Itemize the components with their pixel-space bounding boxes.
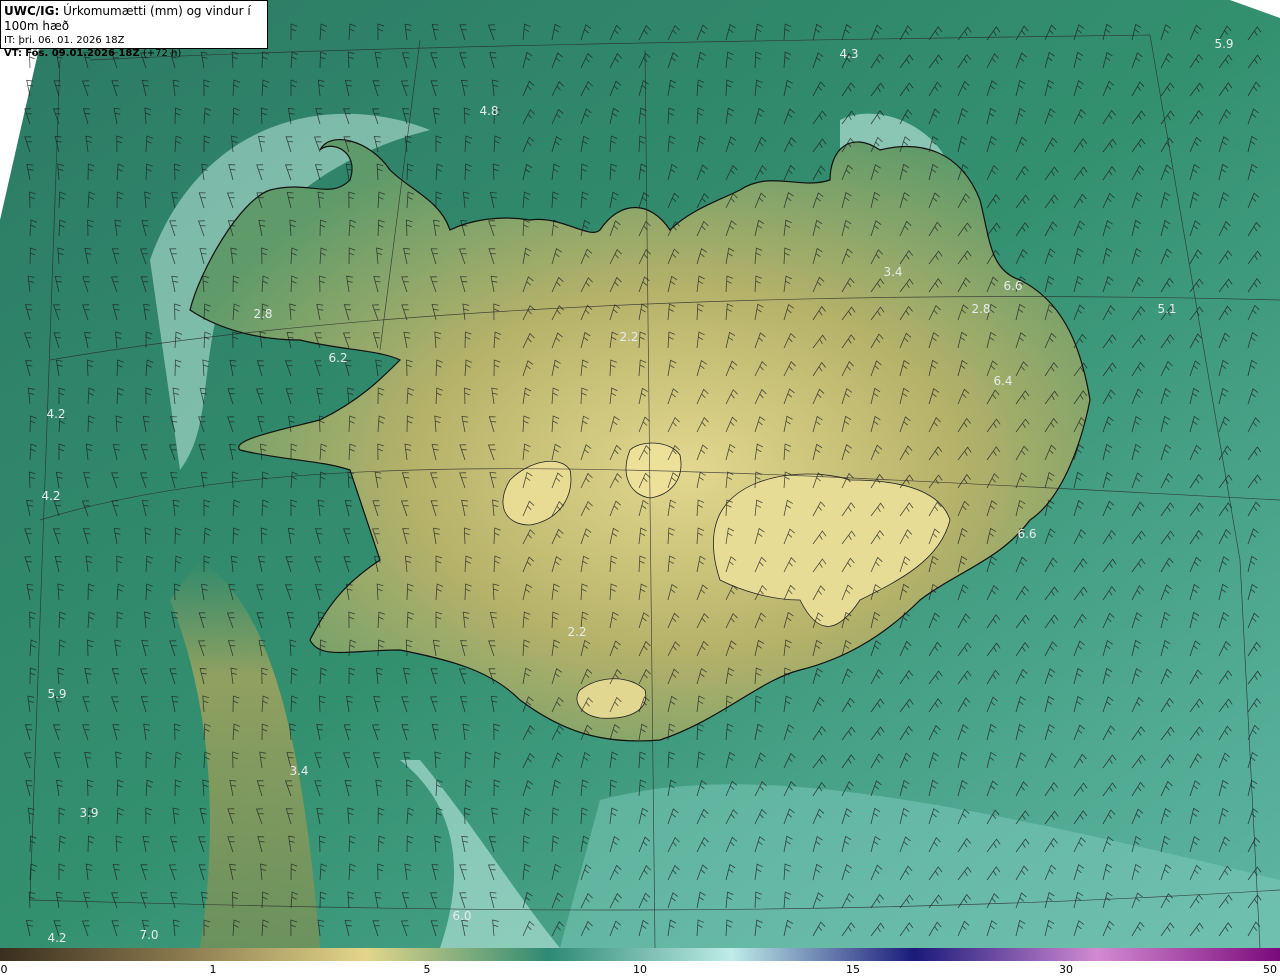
valid-time: Fös. 09.01.2026 18Z [25, 48, 140, 59]
map-value-label: 4.8 [479, 104, 498, 118]
map-value-label: 2.8 [253, 307, 272, 321]
colorbar-labels: 0 1 5 10 15 30 50 [0, 961, 1280, 978]
lead-time: (+72 h) [142, 48, 182, 59]
map-value-label: 5.9 [1214, 37, 1233, 51]
colorbar-tick: 5 [423, 963, 431, 976]
title-line: UWC/IG: Úrkomumætti (mm) og vindur í 100… [4, 4, 264, 34]
map-value-label: 6.4 [993, 374, 1012, 388]
valid-time-line: VT: Fös. 09.01.2026 18Z (+72 h) [4, 47, 264, 60]
map-value-label: 7.0 [139, 928, 158, 942]
map-value-label: 6.6 [1017, 527, 1036, 541]
colorbar [0, 948, 1280, 961]
precipitation-map: 4.3 5.9 4.8 3.4 6.6 2.8 5.1 2.2 2.8 6.2 6.4 4.2 4.2 6… [0, 0, 1280, 948]
colorbar-tick: 30 [1059, 963, 1073, 976]
map-value-label: 3.4 [883, 265, 902, 279]
map-value-label: 2.2 [619, 330, 638, 344]
map-value-label: 4.2 [46, 407, 65, 421]
map-value-label: 3.4 [289, 764, 308, 778]
map-value-label: 4.3 [839, 47, 858, 61]
valid-label: VT: [4, 48, 23, 59]
map-value-label: 4.2 [41, 489, 60, 503]
colorbar-tick: 50 [1263, 963, 1277, 976]
colorbar-tick: 10 [633, 963, 647, 976]
map-value-label: 5.1 [1157, 302, 1176, 316]
map-value-label: 2.2 [567, 625, 586, 639]
map-value-label: 4.2 [47, 931, 66, 945]
colorbar-tick: 0 [0, 963, 8, 976]
map-value-label: 6.6 [1003, 279, 1022, 293]
info-box: UWC/IG: Úrkomumætti (mm) og vindur í 100… [0, 0, 268, 59]
map-value-label: 6.2 [328, 351, 347, 365]
colorbar-tick: 15 [846, 963, 860, 976]
map-value-label: 5.9 [47, 687, 66, 701]
model-name: UWC/IG: [4, 4, 60, 18]
map-value-label: 3.9 [79, 806, 98, 820]
map-value-label: 6.0 [452, 909, 471, 923]
colorbar-tick: 1 [209, 963, 217, 976]
map-value-label: 2.8 [971, 302, 990, 316]
initial-time: IT: þri. 06. 01. 2026 18Z [4, 35, 125, 46]
